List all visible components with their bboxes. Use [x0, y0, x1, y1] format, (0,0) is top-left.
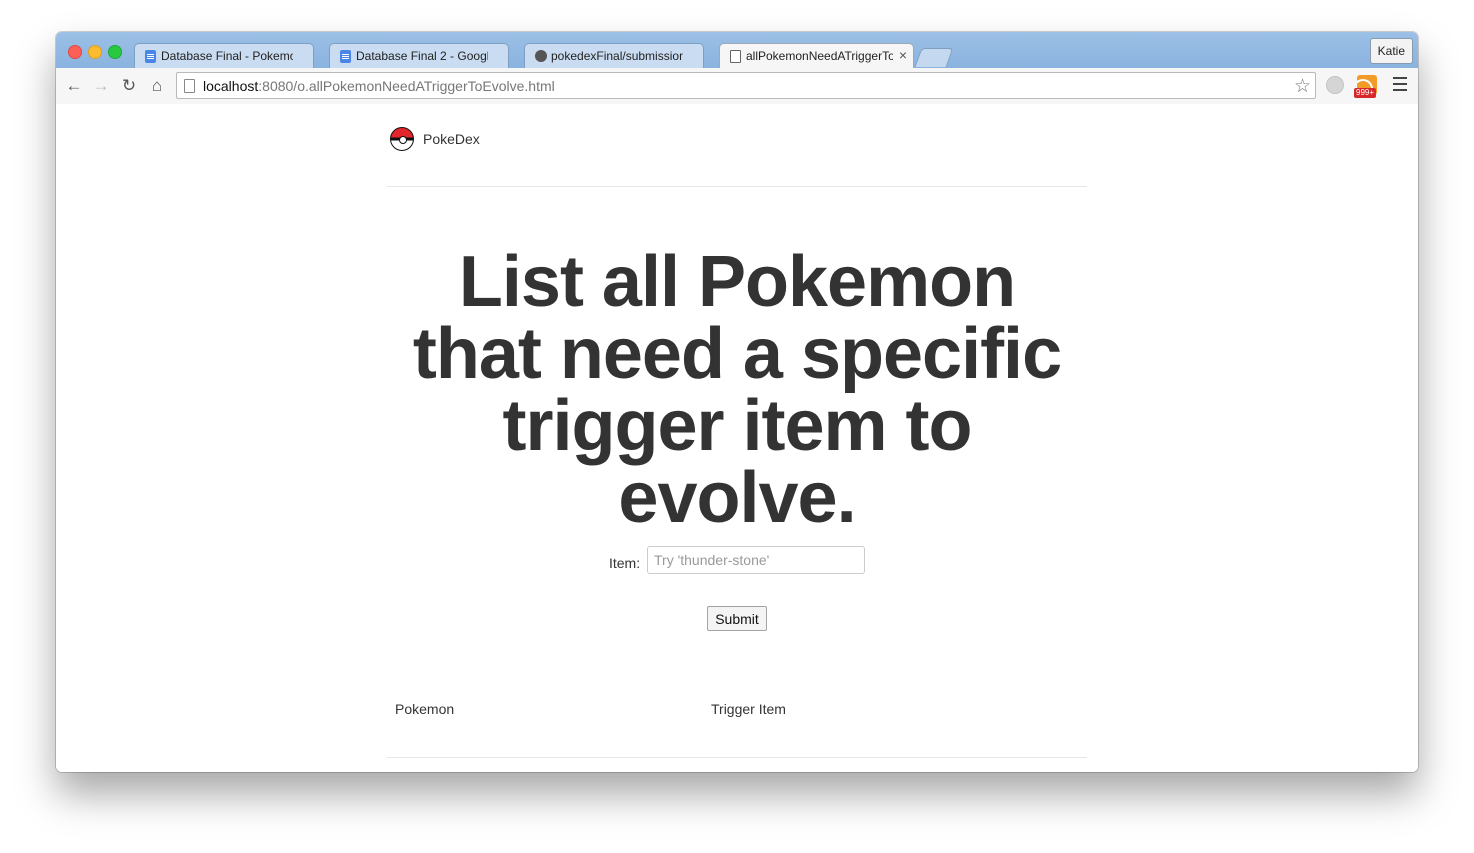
github-icon [535, 50, 547, 62]
brand-name: PokeDex [423, 131, 480, 147]
item-label: Item: [608, 555, 641, 571]
browser-toolbar: ← → ↻ ⌂ localhost:8080/o.allPokemonNeedA… [56, 68, 1418, 105]
google-docs-icon [145, 50, 156, 63]
tab-database-final-2[interactable]: Database Final 2 - Google [329, 43, 509, 68]
page-content: PokeDex List all Pokemon that need a spe… [56, 104, 1418, 772]
title-bar: Database Final - Pokemon Database Final … [56, 32, 1418, 68]
item-input[interactable] [647, 546, 865, 574]
minimize-window-button[interactable] [88, 45, 102, 59]
table-divider [387, 757, 1087, 758]
home-icon[interactable]: ⌂ [147, 76, 167, 96]
tab-database-final-pokemon[interactable]: Database Final - Pokemon [134, 43, 314, 68]
profile-button[interactable]: Katie [1369, 38, 1413, 64]
zoom-window-button[interactable] [108, 45, 122, 59]
reload-icon[interactable]: ↻ [119, 76, 139, 96]
url-text[interactable]: localhost:8080/o.allPokemonNeedATriggerT… [203, 78, 555, 94]
address-bar[interactable]: localhost:8080/o.allPokemonNeedATriggerT… [176, 72, 1316, 99]
google-docs-icon [340, 50, 351, 63]
browser-window: Database Final - Pokemon Database Final … [56, 32, 1418, 772]
column-header-trigger-item: Trigger Item [711, 701, 786, 717]
hamburger-menu-icon[interactable] [1393, 77, 1407, 93]
item-form: Item: [387, 546, 1087, 574]
column-header-pokemon: Pokemon [395, 701, 455, 717]
extension-icon[interactable] [1326, 76, 1344, 94]
new-tab-button[interactable] [914, 48, 954, 67]
bookmark-star-icon[interactable]: ☆ [1294, 75, 1311, 98]
url-path: :8080/o.allPokemonNeedATriggerToEvolve.h… [258, 78, 555, 94]
tab-title: pokedexFinal/submission [551, 49, 683, 63]
extension-badge: 999+ [1354, 88, 1377, 98]
tab-all-pokemon-trigger[interactable]: allPokemonNeedATriggerTo × [719, 43, 914, 68]
close-window-button[interactable] [68, 45, 82, 59]
tab-title: Database Final 2 - Google [356, 49, 488, 63]
page-icon [730, 50, 741, 63]
tab-pokedexfinal-submission[interactable]: pokedexFinal/submission [524, 43, 704, 68]
tab-title: Database Final - Pokemon [161, 49, 293, 63]
close-tab-icon[interactable]: × [899, 47, 907, 63]
submit-button[interactable]: Submit [707, 606, 767, 631]
page-icon [184, 79, 195, 93]
tab-title: allPokemonNeedATriggerTo [746, 49, 893, 63]
url-host: localhost [203, 78, 259, 94]
forward-arrow-icon[interactable]: → [91, 76, 111, 96]
pokeball-icon [390, 127, 414, 151]
back-arrow-icon[interactable]: ← [64, 76, 84, 96]
header-divider [387, 186, 1087, 187]
page-title: List all Pokemon that need a specific tr… [412, 242, 1062, 538]
